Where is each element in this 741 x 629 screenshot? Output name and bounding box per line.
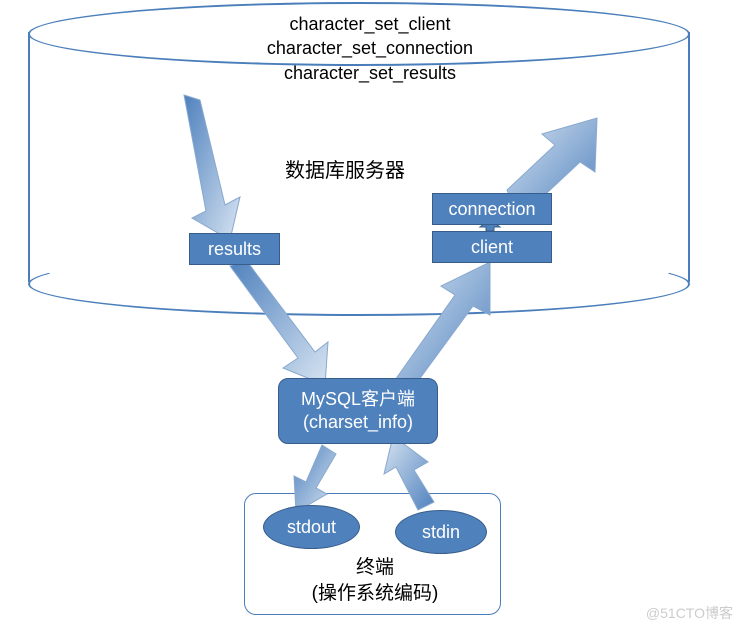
terminal-label-block: 终端 (操作系统编码) [300,555,450,606]
stdin-ellipse: stdin [395,510,487,554]
mysql-client-box: MySQL客户端 (charset_info) [278,378,438,444]
charset-client-label: character_set_client [170,12,570,36]
mysql-client-line2: (charset_info) [303,411,413,434]
charset-connection-label: character_set_connection [170,36,570,60]
charset-results-label: character_set_results [170,61,570,85]
diagram-canvas: character_set_client character_set_conne… [0,0,741,629]
db-cylinder-bottom [28,252,690,316]
connection-box: connection [432,193,552,225]
terminal-sublabel: (操作系统编码) [300,581,450,607]
db-server-label: 数据库服务器 [285,154,405,183]
charset-vars-list: character_set_client character_set_conne… [170,12,570,85]
client-box: client [432,231,552,263]
watermark: @51CTO博客 [646,603,733,623]
mysql-client-line1: MySQL客户端 [301,388,415,411]
terminal-label: 终端 [300,555,450,581]
results-box: results [189,233,280,265]
stdout-ellipse: stdout [263,505,360,549]
